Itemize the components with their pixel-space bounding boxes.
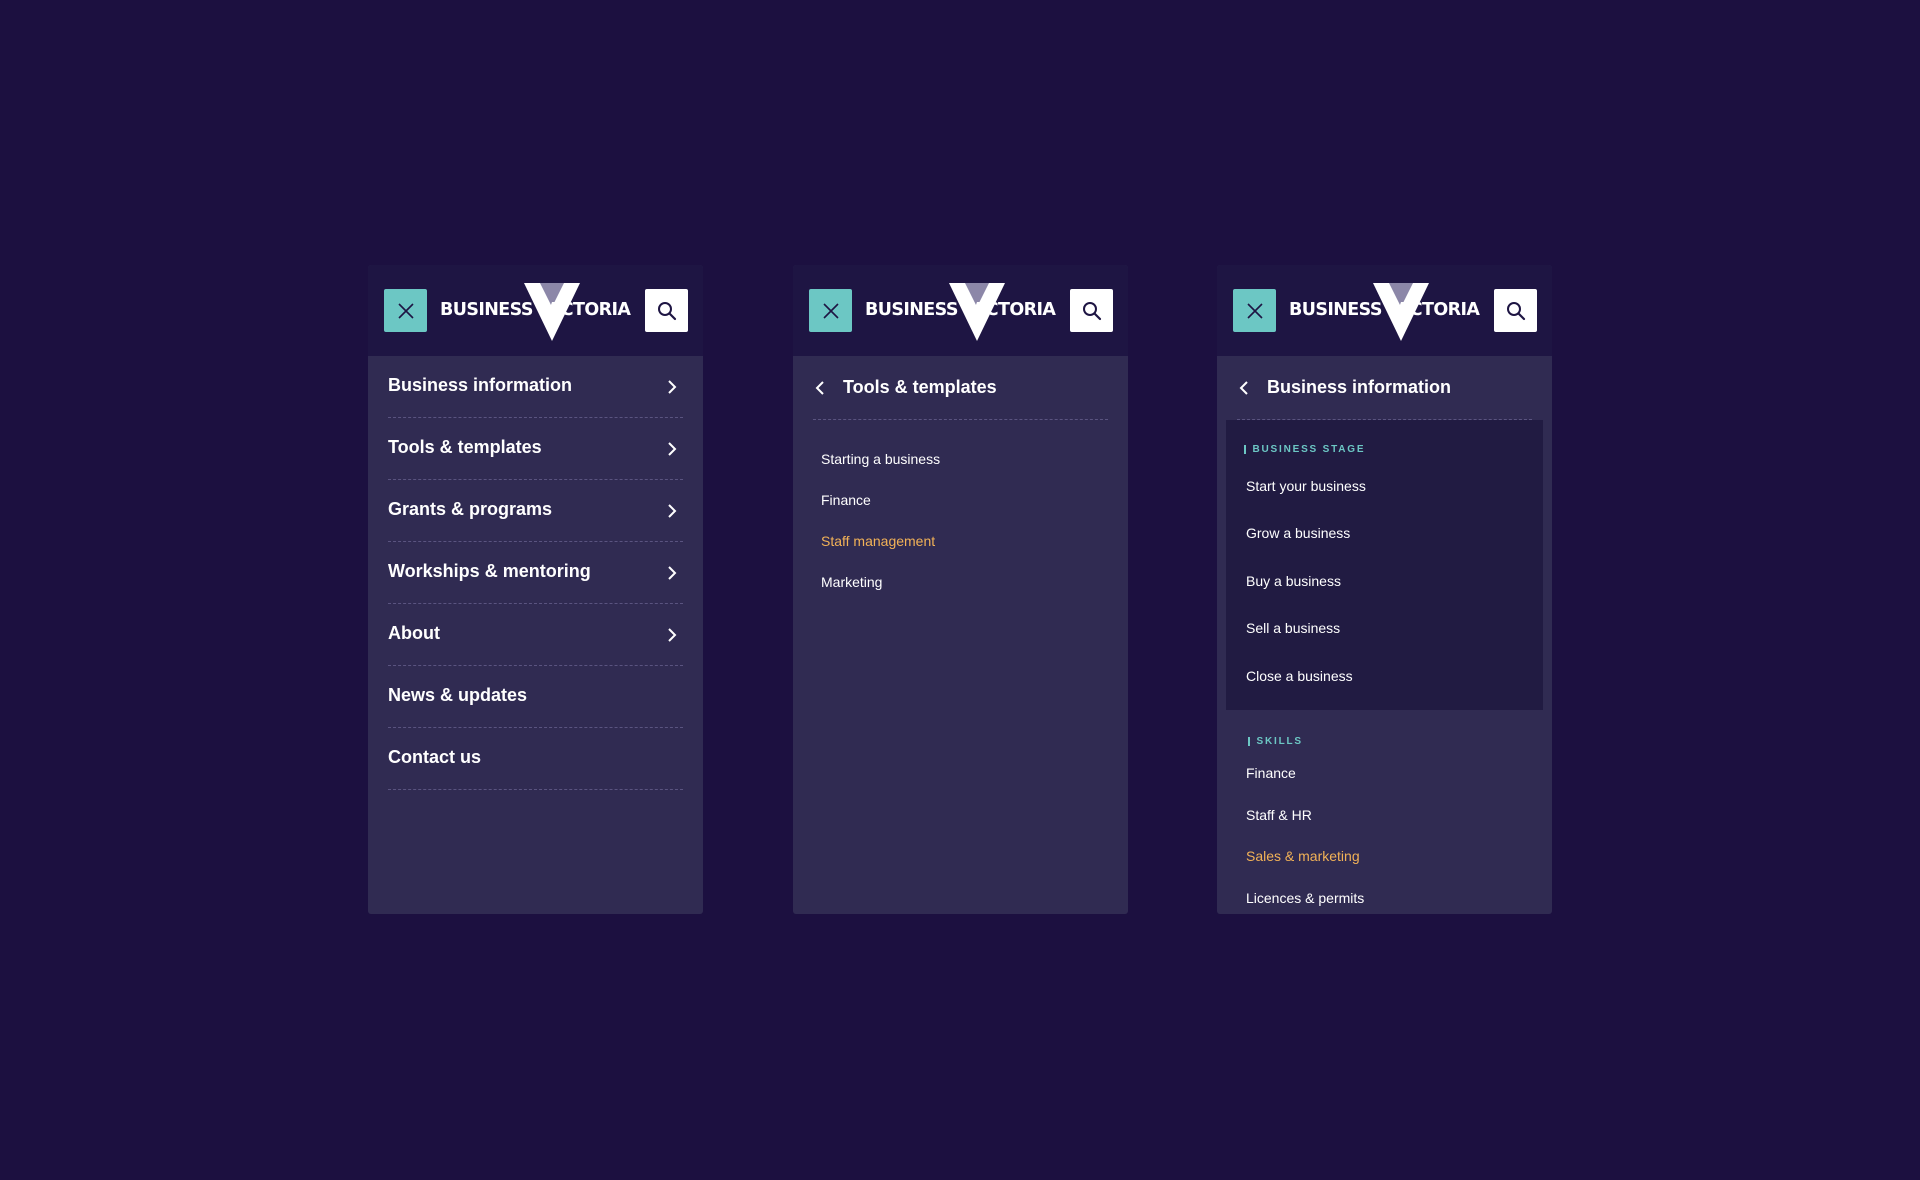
chevron-left-icon[interactable] <box>1237 379 1251 397</box>
search-icon <box>657 301 676 320</box>
chevron-right-icon <box>668 441 677 456</box>
nav-item-label: Workships & mentoring <box>388 561 591 581</box>
group-label-bar <box>1248 737 1250 746</box>
skills-item-licences-permits[interactable]: Licences & permits <box>1246 877 1543 914</box>
logo-word-business: BUSINESS <box>440 300 533 320</box>
submenu-item-finance[interactable]: Finance <box>821 479 1128 520</box>
close-button[interactable] <box>1233 289 1276 332</box>
stage-item-buy[interactable]: Buy a business <box>1246 557 1543 605</box>
stage-item-close[interactable]: Close a business <box>1246 652 1543 700</box>
group-label-text: SKILLS <box>1256 736 1303 747</box>
skills-item-staff-hr[interactable]: Staff & HR <box>1246 794 1543 836</box>
chevron-right-icon <box>668 565 677 580</box>
close-button[interactable] <box>809 289 852 332</box>
chevron-right-icon <box>668 503 677 518</box>
search-icon <box>1082 301 1101 320</box>
skills-list: Finance Staff & HR Sales & marketing Lic… <box>1226 749 1543 915</box>
nav-item-label: News & updates <box>388 685 528 705</box>
search-button[interactable] <box>1494 289 1537 332</box>
chevron-left-icon[interactable] <box>813 379 827 397</box>
business-stage-list: Start your business Grow a business Buy … <box>1226 456 1543 700</box>
business-victoria-logo[interactable]: BUSINESS VICTORIA <box>440 283 631 341</box>
close-button[interactable] <box>384 289 427 332</box>
nav-item-business-information[interactable]: Business information <box>388 356 683 418</box>
logo-word-victoria: VICTORIA <box>1390 300 1480 320</box>
nav-item-news-updates[interactable]: News & updates <box>388 666 683 728</box>
business-stage-group: BUSINESS STAGE Start your business Grow … <box>1226 420 1543 710</box>
nav-header: BUSINESS VICTORIA <box>368 265 703 356</box>
submenu-list: Starting a business Finance Staff manage… <box>793 420 1128 602</box>
nav-item-label: Business information <box>388 375 573 395</box>
logo-word-victoria: VICTORIA <box>541 300 631 320</box>
close-icon <box>1246 302 1263 319</box>
submenu-item-marketing[interactable]: Marketing <box>821 561 1128 602</box>
stage-item-start[interactable]: Start your business <box>1246 462 1543 510</box>
submenu-item-staff-management[interactable]: Staff management <box>821 520 1128 561</box>
skills-group: SKILLS Finance Staff & HR Sales & market… <box>1226 710 1543 915</box>
nav-item-label: Contact us <box>388 747 482 767</box>
nav-item-contact-us[interactable]: Contact us <box>388 728 683 790</box>
logo-word-victoria: VICTORIA <box>966 300 1056 320</box>
nav-header: BUSINESS VICTORIA <box>1217 265 1552 356</box>
search-icon <box>1506 301 1525 320</box>
logo-word-business: BUSINESS <box>865 300 958 320</box>
submenu-item-starting-a-business[interactable]: Starting a business <box>821 438 1128 479</box>
search-button[interactable] <box>645 289 688 332</box>
submenu-title: Tools & templates <box>843 377 997 397</box>
close-icon <box>822 302 839 319</box>
skills-item-sales-marketing[interactable]: Sales & marketing <box>1246 836 1543 878</box>
stage-item-sell[interactable]: Sell a business <box>1246 605 1543 653</box>
submenu-title: Business information <box>1267 377 1452 397</box>
group-label-business-stage: BUSINESS STAGE <box>1226 442 1543 456</box>
logo-word-business: BUSINESS <box>1289 300 1382 320</box>
submenu-header[interactable]: Business information <box>1237 356 1532 420</box>
menu-panel-main: BUSINESS VICTORIA Business information To… <box>368 265 703 914</box>
menu-panel-business-information: BUSINESS VICTORIA Business information BU… <box>1217 265 1552 914</box>
group-label-text: BUSINESS STAGE <box>1252 443 1366 455</box>
nav-header: BUSINESS VICTORIA <box>793 265 1128 356</box>
nav-item-label: Grants & programs <box>388 499 553 519</box>
menu-panel-tools-templates: BUSINESS VICTORIA Tools & templates Start… <box>793 265 1128 914</box>
close-icon <box>397 302 414 319</box>
submenu-header[interactable]: Tools & templates <box>813 356 1108 420</box>
stage-item-grow[interactable]: Grow a business <box>1246 510 1543 558</box>
search-button[interactable] <box>1070 289 1113 332</box>
business-victoria-logo[interactable]: BUSINESS VICTORIA <box>865 283 1056 341</box>
nav-item-label: Tools & templates <box>388 437 542 457</box>
nav-item-about[interactable]: About <box>388 604 683 666</box>
nav-item-tools-templates[interactable]: Tools & templates <box>388 418 683 480</box>
group-label-skills: SKILLS <box>1226 735 1543 749</box>
skills-item-finance[interactable]: Finance <box>1246 753 1543 795</box>
chevron-right-icon <box>668 379 677 394</box>
nav-item-label: About <box>388 623 440 643</box>
chevron-right-icon <box>668 627 677 642</box>
nav-item-workships-mentoring[interactable]: Workships & mentoring <box>388 542 683 604</box>
nav-item-grants-programs[interactable]: Grants & programs <box>388 480 683 542</box>
business-victoria-logo[interactable]: BUSINESS VICTORIA <box>1289 283 1480 341</box>
group-label-bar <box>1244 444 1246 454</box>
main-nav-list: Business information Tools & templates G… <box>368 356 703 790</box>
